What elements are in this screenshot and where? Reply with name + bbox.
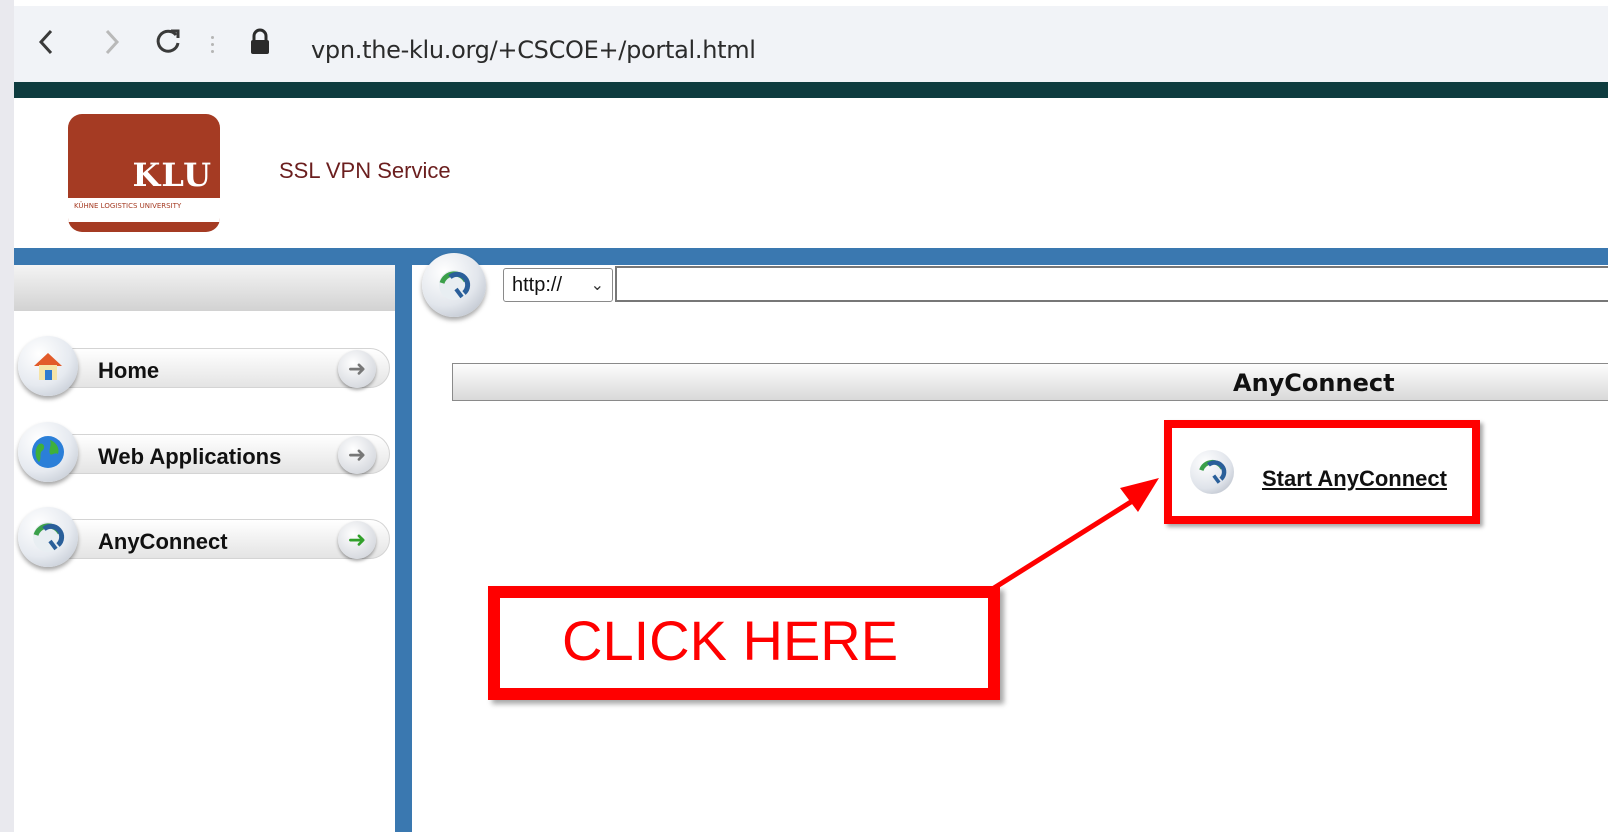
sidebar-item-label: AnyConnect [98, 529, 228, 554]
chevron-down-icon: ⌄ [590, 277, 604, 294]
anyconnect-icon [422, 253, 486, 317]
logo-text: KLU [132, 156, 212, 194]
sidebar-item-home[interactable]: Home ➜ [16, 332, 394, 404]
arrow-right-icon[interactable]: ➜ [338, 350, 376, 388]
klu-logo: KLU KÜHNE LOGISTICS UNIVERSITY [68, 114, 220, 232]
back-icon[interactable] [30, 26, 62, 58]
arrow-right-icon[interactable]: ➜ [338, 436, 376, 474]
sidebar-header [14, 265, 395, 311]
anyconnect-icon[interactable] [1190, 450, 1234, 494]
blue-band [14, 248, 1608, 265]
sidebar-item-anyconnect[interactable]: AnyConnect ➜ [16, 503, 394, 575]
anyconnect-icon [18, 507, 78, 567]
url-input[interactable] [615, 266, 1608, 302]
anyconnect-panel-header: AnyConnect [452, 363, 1608, 401]
logo-subtext: KÜHNE LOGISTICS UNIVERSITY [74, 202, 182, 210]
annotation-arrow-icon [992, 478, 1159, 591]
browser-address-bar: vpn.the-klu.org/+CSCOE+/portal.html [14, 6, 1608, 82]
start-anyconnect-highlight: Start AnyConnect [1164, 420, 1480, 524]
service-title: SSL VPN Service [279, 158, 451, 183]
address-url[interactable]: vpn.the-klu.org/+CSCOE+/portal.html [311, 36, 756, 64]
home-icon [18, 336, 78, 396]
separator-icon [211, 36, 215, 57]
sidebar-item-label: Home [98, 358, 160, 383]
click-here-annotation: CLICK HERE [488, 586, 1000, 700]
click-here-text: CLICK HERE [562, 609, 899, 672]
vpn-portal-page: vpn.the-klu.org/+CSCOE+/portal.html KLU … [14, 0, 1608, 832]
sidebar-item-web-applications[interactable]: Web Applications ➜ [16, 418, 394, 490]
reload-icon[interactable] [152, 26, 184, 58]
top-band [14, 82, 1608, 98]
lock-icon[interactable] [244, 26, 276, 58]
protocol-select[interactable]: http:// ⌄ [503, 268, 613, 302]
sidebar-divider [395, 265, 412, 832]
forward-icon[interactable] [96, 26, 128, 58]
sidebar-item-label: Web Applications [98, 444, 282, 469]
start-anyconnect-link[interactable]: Start AnyConnect [1262, 466, 1447, 492]
globe-icon [18, 422, 78, 482]
panel-title: AnyConnect [1233, 369, 1395, 397]
protocol-value: http:// [512, 274, 563, 296]
arrow-right-icon[interactable]: ➜ [338, 521, 376, 559]
